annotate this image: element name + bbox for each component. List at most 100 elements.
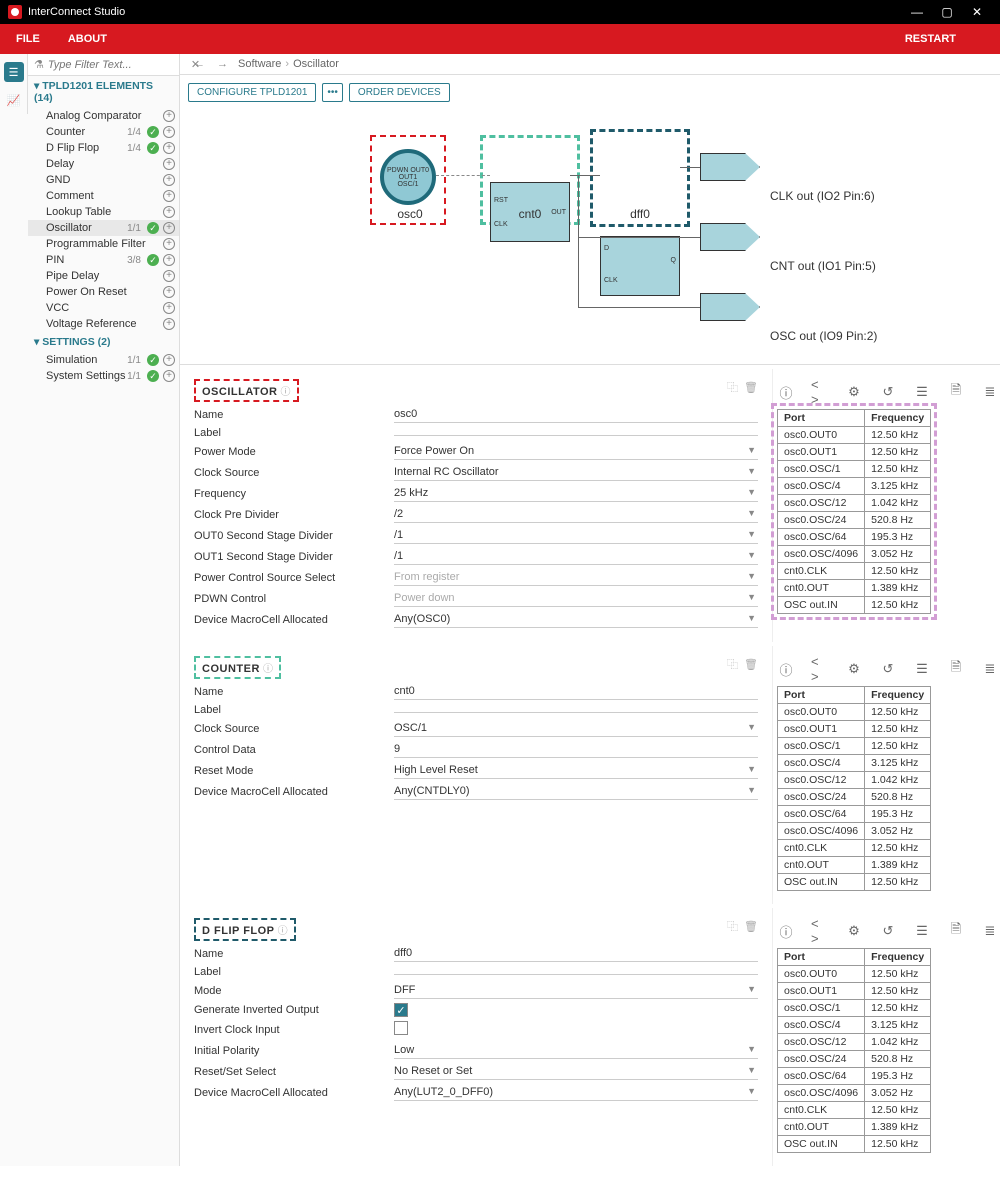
bc-back-icon[interactable]: ← — [194, 58, 205, 70]
panel-tab-5[interactable]: 🗎 — [947, 660, 965, 678]
panel-tab-4[interactable]: ☰ — [913, 660, 931, 678]
tree-item-analog-comparator[interactable]: Analog Comparator+ — [28, 108, 179, 124]
panel-tab-5[interactable]: 🗎 — [947, 383, 965, 401]
prop-value[interactable]: /2▼ — [394, 506, 758, 523]
tree-item-lookup-table[interactable]: Lookup Table+ — [28, 204, 179, 220]
pin-cnt-out[interactable] — [700, 223, 760, 251]
tree-item-programmable-filter[interactable]: Programmable Filter+ — [28, 236, 179, 252]
prop-value[interactable]: Low▼ — [394, 1042, 758, 1059]
prop-value[interactable] — [394, 431, 758, 436]
tree-item-counter[interactable]: Counter1/4✓+ — [28, 124, 179, 140]
panel-tab-1[interactable]: < > — [811, 660, 829, 678]
panel-tab-0[interactable]: ⓘ — [777, 922, 795, 940]
add-icon[interactable]: + — [163, 318, 175, 330]
prop-value[interactable]: Internal RC Oscillator▼ — [394, 464, 758, 481]
prop-value[interactable]: /1▼ — [394, 527, 758, 544]
panel-tab-1[interactable]: < > — [811, 383, 829, 401]
menu-restart[interactable]: RESTART — [905, 33, 956, 45]
prop-value[interactable]: Force Power On▼ — [394, 443, 758, 460]
add-icon[interactable]: + — [163, 110, 175, 122]
leftbar-chart-icon[interactable]: 📈 — [4, 90, 24, 110]
bc-software[interactable]: Software — [238, 58, 281, 70]
info-icon[interactable]: ⓘ — [278, 926, 288, 937]
bc-forward-icon[interactable]: → — [217, 58, 228, 70]
prop-value[interactable]: osc0 — [394, 406, 758, 423]
prop-value[interactable]: Any(LUT2_0_DFF0)▼ — [394, 1084, 758, 1101]
configure-button[interactable]: CONFIGURE TPLD1201 — [188, 83, 316, 102]
prop-value[interactable]: 25 kHz▼ — [394, 485, 758, 502]
bc-oscillator[interactable]: Oscillator — [293, 58, 339, 70]
add-icon[interactable]: + — [163, 142, 175, 154]
copy-icon[interactable]: ⿻ — [727, 921, 738, 933]
prop-value[interactable]: Any(OSC0)▼ — [394, 611, 758, 628]
checkbox[interactable]: ✓ — [394, 1003, 408, 1017]
tree-item-voltage-reference[interactable]: Voltage Reference+ — [28, 316, 179, 332]
panel-tab-2[interactable]: ⚙ — [845, 660, 863, 678]
filter-input[interactable] — [48, 59, 191, 71]
tree-item-pipe-delay[interactable]: Pipe Delay+ — [28, 268, 179, 284]
tree-item-simulation[interactable]: Simulation1/1✓+ — [28, 352, 179, 368]
tree-item-d-flip-flop[interactable]: D Flip Flop1/4✓+ — [28, 140, 179, 156]
tree-item-power-on-reset[interactable]: Power On Reset+ — [28, 284, 179, 300]
add-icon[interactable]: + — [163, 190, 175, 202]
delete-icon[interactable]: 🗑 — [744, 382, 758, 394]
tree-item-pin[interactable]: PIN3/8✓+ — [28, 252, 179, 268]
pin-osc-out[interactable] — [700, 293, 760, 321]
leftbar-tree-icon[interactable]: ☰ — [4, 62, 24, 82]
dff-block[interactable]: D Q CLK — [600, 236, 680, 296]
panel-tab-1[interactable]: < > — [811, 922, 829, 940]
add-icon[interactable]: + — [163, 206, 175, 218]
osc-block[interactable]: PDWN OUT0OUT1OSC/1 — [380, 149, 436, 205]
panel-tab-2[interactable]: ⚙ — [845, 922, 863, 940]
panel-tab-3[interactable]: ↺ — [879, 660, 897, 678]
tree-item-vcc[interactable]: VCC+ — [28, 300, 179, 316]
order-devices-button[interactable]: ORDER DEVICES — [349, 83, 450, 102]
window-maximize[interactable]: ▢ — [932, 5, 962, 19]
panel-tab-0[interactable]: ⓘ — [777, 383, 795, 401]
prop-value[interactable] — [394, 970, 758, 975]
add-icon[interactable]: + — [163, 158, 175, 170]
add-icon[interactable]: + — [163, 286, 175, 298]
delete-icon[interactable]: 🗑 — [744, 921, 758, 933]
panel-tab-4[interactable]: ☰ — [913, 922, 931, 940]
panel-tab-3[interactable]: ↺ — [879, 383, 897, 401]
tree-item-comment[interactable]: Comment+ — [28, 188, 179, 204]
tree-item-gnd[interactable]: GND+ — [28, 172, 179, 188]
add-icon[interactable]: + — [163, 370, 175, 382]
prop-value[interactable]: OSC/1▼ — [394, 720, 758, 737]
tree-settings-header[interactable]: ▾ SETTINGS (2) — [28, 332, 179, 352]
prop-value[interactable]: Any(CNTDLY0)▼ — [394, 783, 758, 800]
checkbox[interactable] — [394, 1021, 408, 1035]
tree-elements-header[interactable]: ▾ TPLD1201 ELEMENTS (14) — [28, 76, 179, 108]
delete-icon[interactable]: 🗑 — [744, 659, 758, 671]
add-icon[interactable]: + — [163, 354, 175, 366]
info-icon[interactable]: ⓘ — [263, 664, 273, 675]
add-icon[interactable]: + — [163, 302, 175, 314]
pin-clk-out[interactable] — [700, 153, 760, 181]
panel-tab-6[interactable]: ≣ — [981, 383, 999, 401]
panel-tab-3[interactable]: ↺ — [879, 922, 897, 940]
prop-value[interactable]: /1▼ — [394, 548, 758, 565]
panel-tab-0[interactable]: ⓘ — [777, 660, 795, 678]
panel-tab-6[interactable]: ≣ — [981, 660, 999, 678]
configure-more-button[interactable]: ••• — [322, 83, 343, 102]
window-close[interactable]: ✕ — [962, 5, 992, 19]
panel-tab-6[interactable]: ≣ — [981, 922, 999, 940]
prop-value[interactable]: 9 — [394, 741, 758, 758]
tree-item-oscillator[interactable]: Oscillator1/1✓+ — [28, 220, 179, 236]
add-icon[interactable]: + — [163, 254, 175, 266]
add-icon[interactable]: + — [163, 174, 175, 186]
info-icon[interactable]: ⓘ — [281, 387, 291, 398]
panel-tab-2[interactable]: ⚙ — [845, 383, 863, 401]
filter-icon[interactable]: ⚗ — [34, 58, 44, 71]
prop-value[interactable]: cnt0 — [394, 683, 758, 700]
copy-icon[interactable]: ⿻ — [727, 382, 738, 394]
tree-item-delay[interactable]: Delay+ — [28, 156, 179, 172]
window-minimize[interactable]: — — [902, 5, 932, 19]
menu-file[interactable]: FILE — [16, 33, 40, 45]
prop-value[interactable]: From register▼ — [394, 569, 758, 586]
prop-value[interactable]: dff0 — [394, 945, 758, 962]
add-icon[interactable]: + — [163, 238, 175, 250]
prop-value[interactable]: High Level Reset▼ — [394, 762, 758, 779]
add-icon[interactable]: + — [163, 126, 175, 138]
